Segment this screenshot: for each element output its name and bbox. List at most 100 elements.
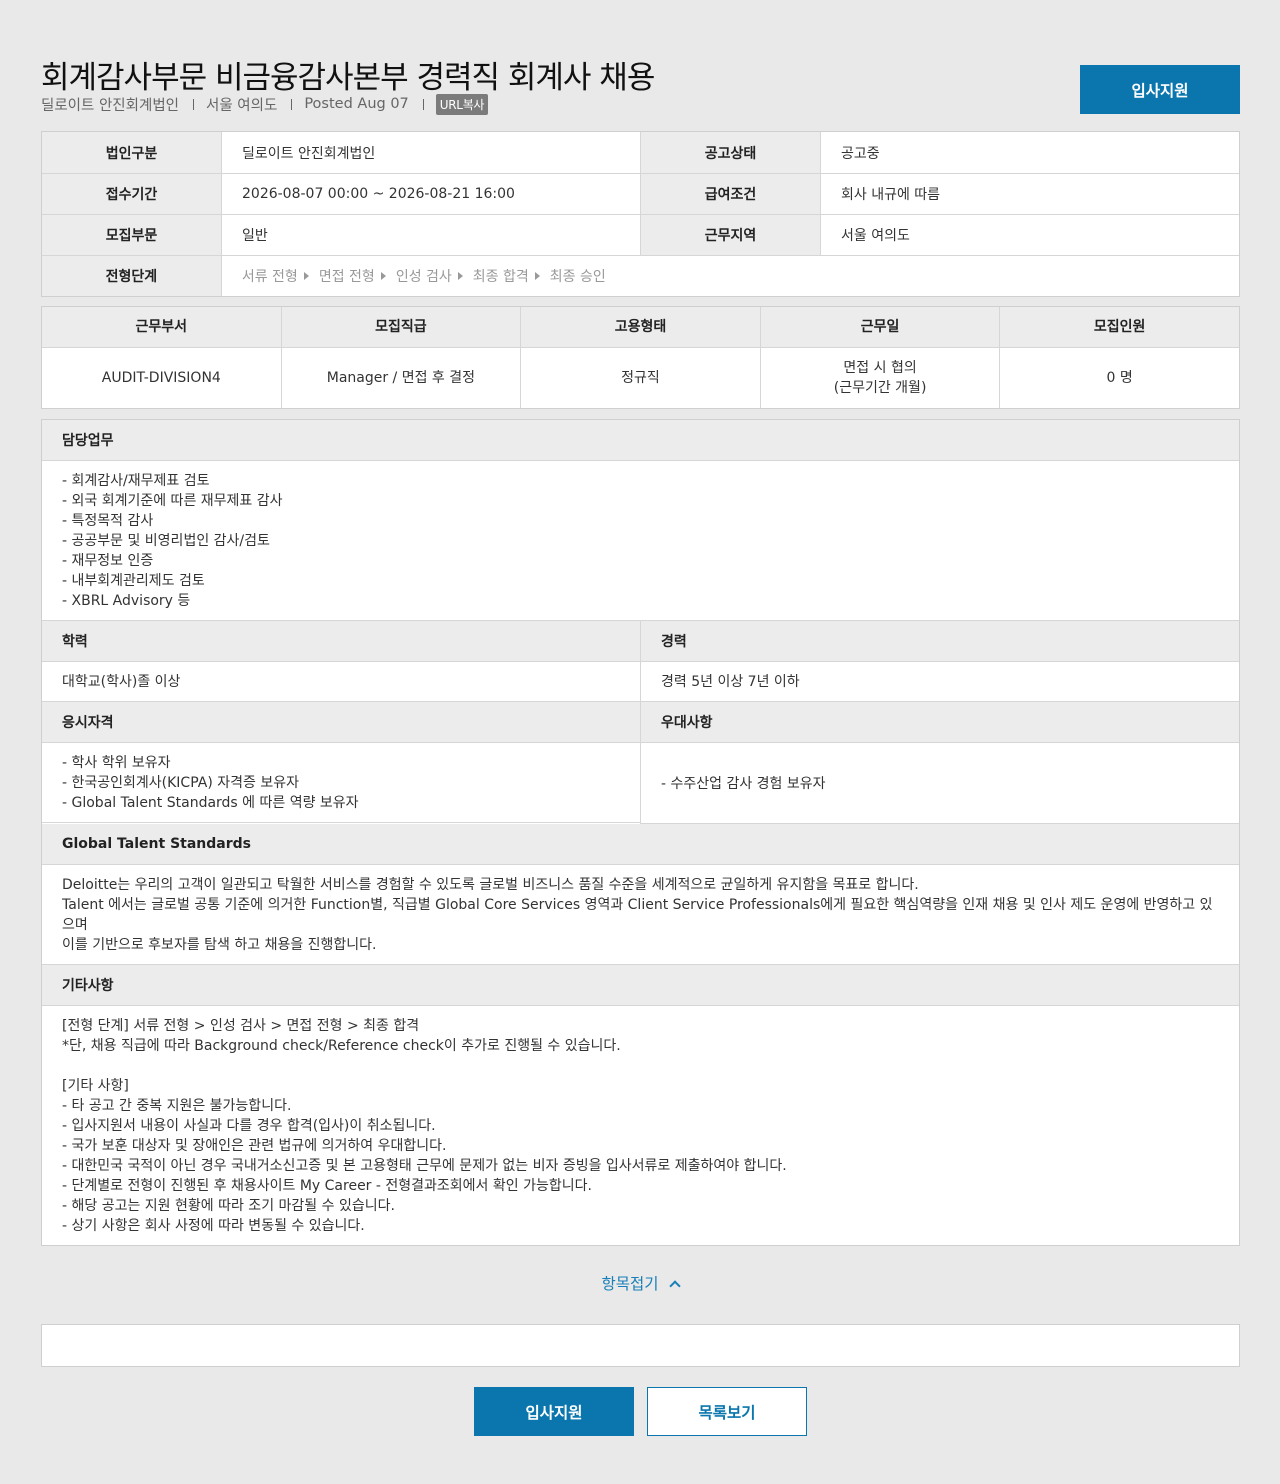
column-header: 모집직급 [282, 307, 522, 347]
url-copy-button[interactable]: URL복사 [435, 93, 489, 115]
text-line: [전형 단계] 서류 전형 > 인성 검사 > 면접 전형 > 최종 합격 [62, 1018, 420, 1034]
text-line: - XBRL Advisory 등 [62, 593, 191, 609]
region-value: 서울 여의도 [841, 228, 910, 244]
qual-pref-row: 응시자격 - 학사 학위 보유자 - 한국공인회계사(KICPA) 자격증 보유… [42, 702, 1239, 824]
step-item: 인성 검사 [395, 269, 452, 285]
steps-label: 전형단계 [42, 256, 222, 296]
text-line [62, 1056, 1219, 1076]
summary-row: 접수기간 2026-08-07 00:00 ~ 2026-08-21 16:00… [42, 173, 1239, 214]
summary-row: 전형단계 서류 전형 면접 전형 인성 검사 최종 합격 최종 승인 [42, 255, 1239, 296]
meta-divider [422, 98, 424, 110]
text-line: - 특정목적 감사 [62, 513, 154, 529]
step-item: 면접 전형 [318, 269, 375, 285]
page-title: 회계감사부문 비금융감사본부 경력직 회계사 채용 [41, 60, 655, 96]
chevron-up-icon [668, 1279, 681, 1292]
process-steps: 서류 전형 면접 전형 인성 검사 최종 합격 최종 승인 [242, 266, 606, 286]
period-label: 접수기간 [42, 174, 222, 214]
cell-rank: Manager / 면접 후 결정 [282, 348, 522, 408]
text-line: - 공공부문 및 비영리법인 감사/검토 [62, 533, 270, 549]
education-body: 대학교(학사)졸 이상 [42, 662, 640, 702]
workday-line: (근무기간 개월) [833, 380, 927, 396]
text-line: - 학사 학위 보유자 [62, 755, 171, 771]
column-header: 근무일 [761, 307, 1001, 347]
location: 서울 여의도 [206, 97, 278, 114]
text-line: [기타 사항] [62, 1078, 129, 1094]
duties-title: 담당업무 [42, 420, 1239, 461]
step-item: 서류 전형 [241, 269, 298, 285]
text-line: - 해당 공고는 지원 현황에 따라 조기 마감될 수 있습니다. [62, 1198, 395, 1214]
posting-meta: 딜로이트 안진회계법인 서울 여의도 Posted Aug 07 URL복사 [41, 93, 489, 115]
meta-divider [291, 98, 293, 110]
list-button[interactable]: 목록보기 [647, 1387, 807, 1436]
corp-label: 법인구분 [42, 132, 222, 173]
education-title: 학력 [42, 621, 640, 662]
dept-value: 일반 [222, 215, 641, 255]
period-value: 2026-08-07 00:00 ~ 2026-08-21 16:00 [222, 174, 641, 214]
job-posting-page: 회계감사부문 비금융감사본부 경력직 회계사 채용 딜로이트 안진회계법인 서울… [0, 0, 1280, 1484]
table-row: AUDIT-DIVISION4 Manager / 면접 후 결정 정규직 면접… [42, 348, 1239, 408]
etc-body: [전형 단계] 서류 전형 > 인성 검사 > 면접 전형 > 최종 합격 *단… [42, 1006, 1239, 1245]
meta-divider [193, 98, 195, 110]
empty-panel [41, 1324, 1240, 1367]
company-name: 딜로이트 안진회계법인 [41, 97, 180, 114]
text-line: - 입사지원서 내용이 사실과 다를 경우 합격(입사)이 취소됩니다. [62, 1118, 436, 1134]
workday-line: 면접 시 협의 [843, 360, 917, 376]
qualification-title: 응시자격 [42, 702, 640, 743]
salary-label: 급여조건 [641, 174, 821, 214]
apply-button[interactable]: 입사지원 [474, 1387, 634, 1436]
career-title: 경력 [641, 621, 1239, 662]
preference-body: - 수주산업 감사 경험 보유자 [641, 743, 1239, 824]
collapse-label: 항목접기 [601, 1275, 659, 1293]
cell-type: 정규직 [521, 348, 761, 408]
text-line: 대학교(학사)졸 이상 [62, 674, 181, 690]
cell-dept: AUDIT-DIVISION4 [42, 348, 282, 408]
gts-body: Deloitte는 우리의 고객이 일관되고 탁월한 서비스를 경험할 수 있도… [42, 865, 1239, 965]
status-label: 공고상태 [641, 132, 821, 173]
steps-value: 서류 전형 면접 전형 인성 검사 최종 합격 최종 승인 [222, 256, 1239, 296]
corp-value: 딜로이트 안진회계법인 [222, 132, 641, 173]
cell-count: 0 명 [1106, 370, 1133, 386]
text-line: Deloitte는 우리의 고객이 일관되고 탁월한 서비스를 경험할 수 있도… [62, 877, 919, 893]
text-line: - 타 공고 간 중복 지원은 불가능합니다. [62, 1098, 292, 1114]
text-line: - Global Talent Standards 에 따른 역량 보유자 [62, 795, 359, 811]
detail-sections: 담당업무 - 회계감사/재무제표 검토 - 외국 회계기준에 따른 재무제표 감… [41, 419, 1240, 1246]
career-body: 경력 5년 이상 7년 이하 [641, 662, 1239, 702]
dept-label: 모집부문 [42, 215, 222, 255]
step-arrow-icon [380, 272, 386, 280]
apply-button-top[interactable]: 입사지원 [1080, 65, 1240, 114]
text-line: *단, 채용 직급에 따라 Background check/Reference… [62, 1038, 621, 1054]
cell-workday: 면접 시 협의 (근무기간 개월) [761, 348, 1001, 408]
duties-body: - 회계감사/재무제표 검토 - 외국 회계기준에 따른 재무제표 감사 - 특… [42, 461, 1239, 621]
text-line: - 단계별로 전형이 진행된 후 채용사이트 My Career - 전형결과조… [62, 1178, 592, 1194]
positions-header: 근무부서 모집직급 고용형태 근무일 모집인원 [42, 307, 1239, 348]
step-item: 최종 합격 [472, 269, 529, 285]
step-arrow-icon [303, 272, 309, 280]
collapse-sections-button[interactable]: 항목접기 [0, 1272, 1280, 1294]
text-line: - 한국공인회계사(KICPA) 자격증 보유자 [62, 775, 299, 791]
preference-title: 우대사항 [641, 702, 1239, 743]
preference-section: 우대사항 - 수주산업 감사 경험 보유자 [641, 702, 1239, 824]
qualification-body: - 학사 학위 보유자 - 한국공인회계사(KICPA) 자격증 보유자 - G… [42, 743, 640, 823]
etc-title: 기타사항 [42, 965, 1239, 1006]
text-line: - 재무정보 인증 [62, 553, 154, 569]
summary-table: 법인구분 딜로이트 안진회계법인 공고상태 공고중 접수기간 2026-08-0… [41, 131, 1240, 297]
text-line: 경력 5년 이상 7년 이하 [661, 674, 800, 690]
text-line: - 상기 사항은 회사 사정에 따라 변동될 수 있습니다. [62, 1218, 365, 1234]
step-arrow-icon [534, 272, 540, 280]
qualification-section: 응시자격 - 학사 학위 보유자 - 한국공인회계사(KICPA) 자격증 보유… [42, 702, 641, 824]
status-value: 공고중 [841, 145, 880, 162]
region-label: 근무지역 [641, 215, 821, 255]
edu-career-row: 학력 대학교(학사)졸 이상 경력 경력 5년 이상 7년 이하 [42, 621, 1239, 702]
column-header: 모집인원 [1093, 319, 1146, 335]
text-line: 이를 기반으로 후보자를 탐색 하고 채용을 진행합니다. [62, 937, 377, 953]
step-arrow-icon [457, 272, 463, 280]
positions-table: 근무부서 모집직급 고용형태 근무일 모집인원 AUDIT-DIVISION4 … [41, 306, 1240, 409]
column-header: 고용형태 [521, 307, 761, 347]
career-section: 경력 경력 5년 이상 7년 이하 [641, 621, 1239, 702]
text-line: - 대한민국 국적이 아닌 경우 국내거소신고증 및 본 고용형태 근무에 문제… [62, 1158, 787, 1174]
text-line: Talent 에서는 글로벌 공통 기준에 의거한 Function별, 직급별… [62, 897, 1213, 933]
text-line: - 수주산업 감사 경험 보유자 [661, 775, 826, 792]
summary-row: 모집부문 일반 근무지역 서울 여의도 [42, 214, 1239, 255]
text-line: - 국가 보훈 대상자 및 장애인은 관련 법규에 의거하여 우대합니다. [62, 1138, 447, 1154]
summary-row: 법인구분 딜로이트 안진회계법인 공고상태 공고중 [42, 132, 1239, 173]
